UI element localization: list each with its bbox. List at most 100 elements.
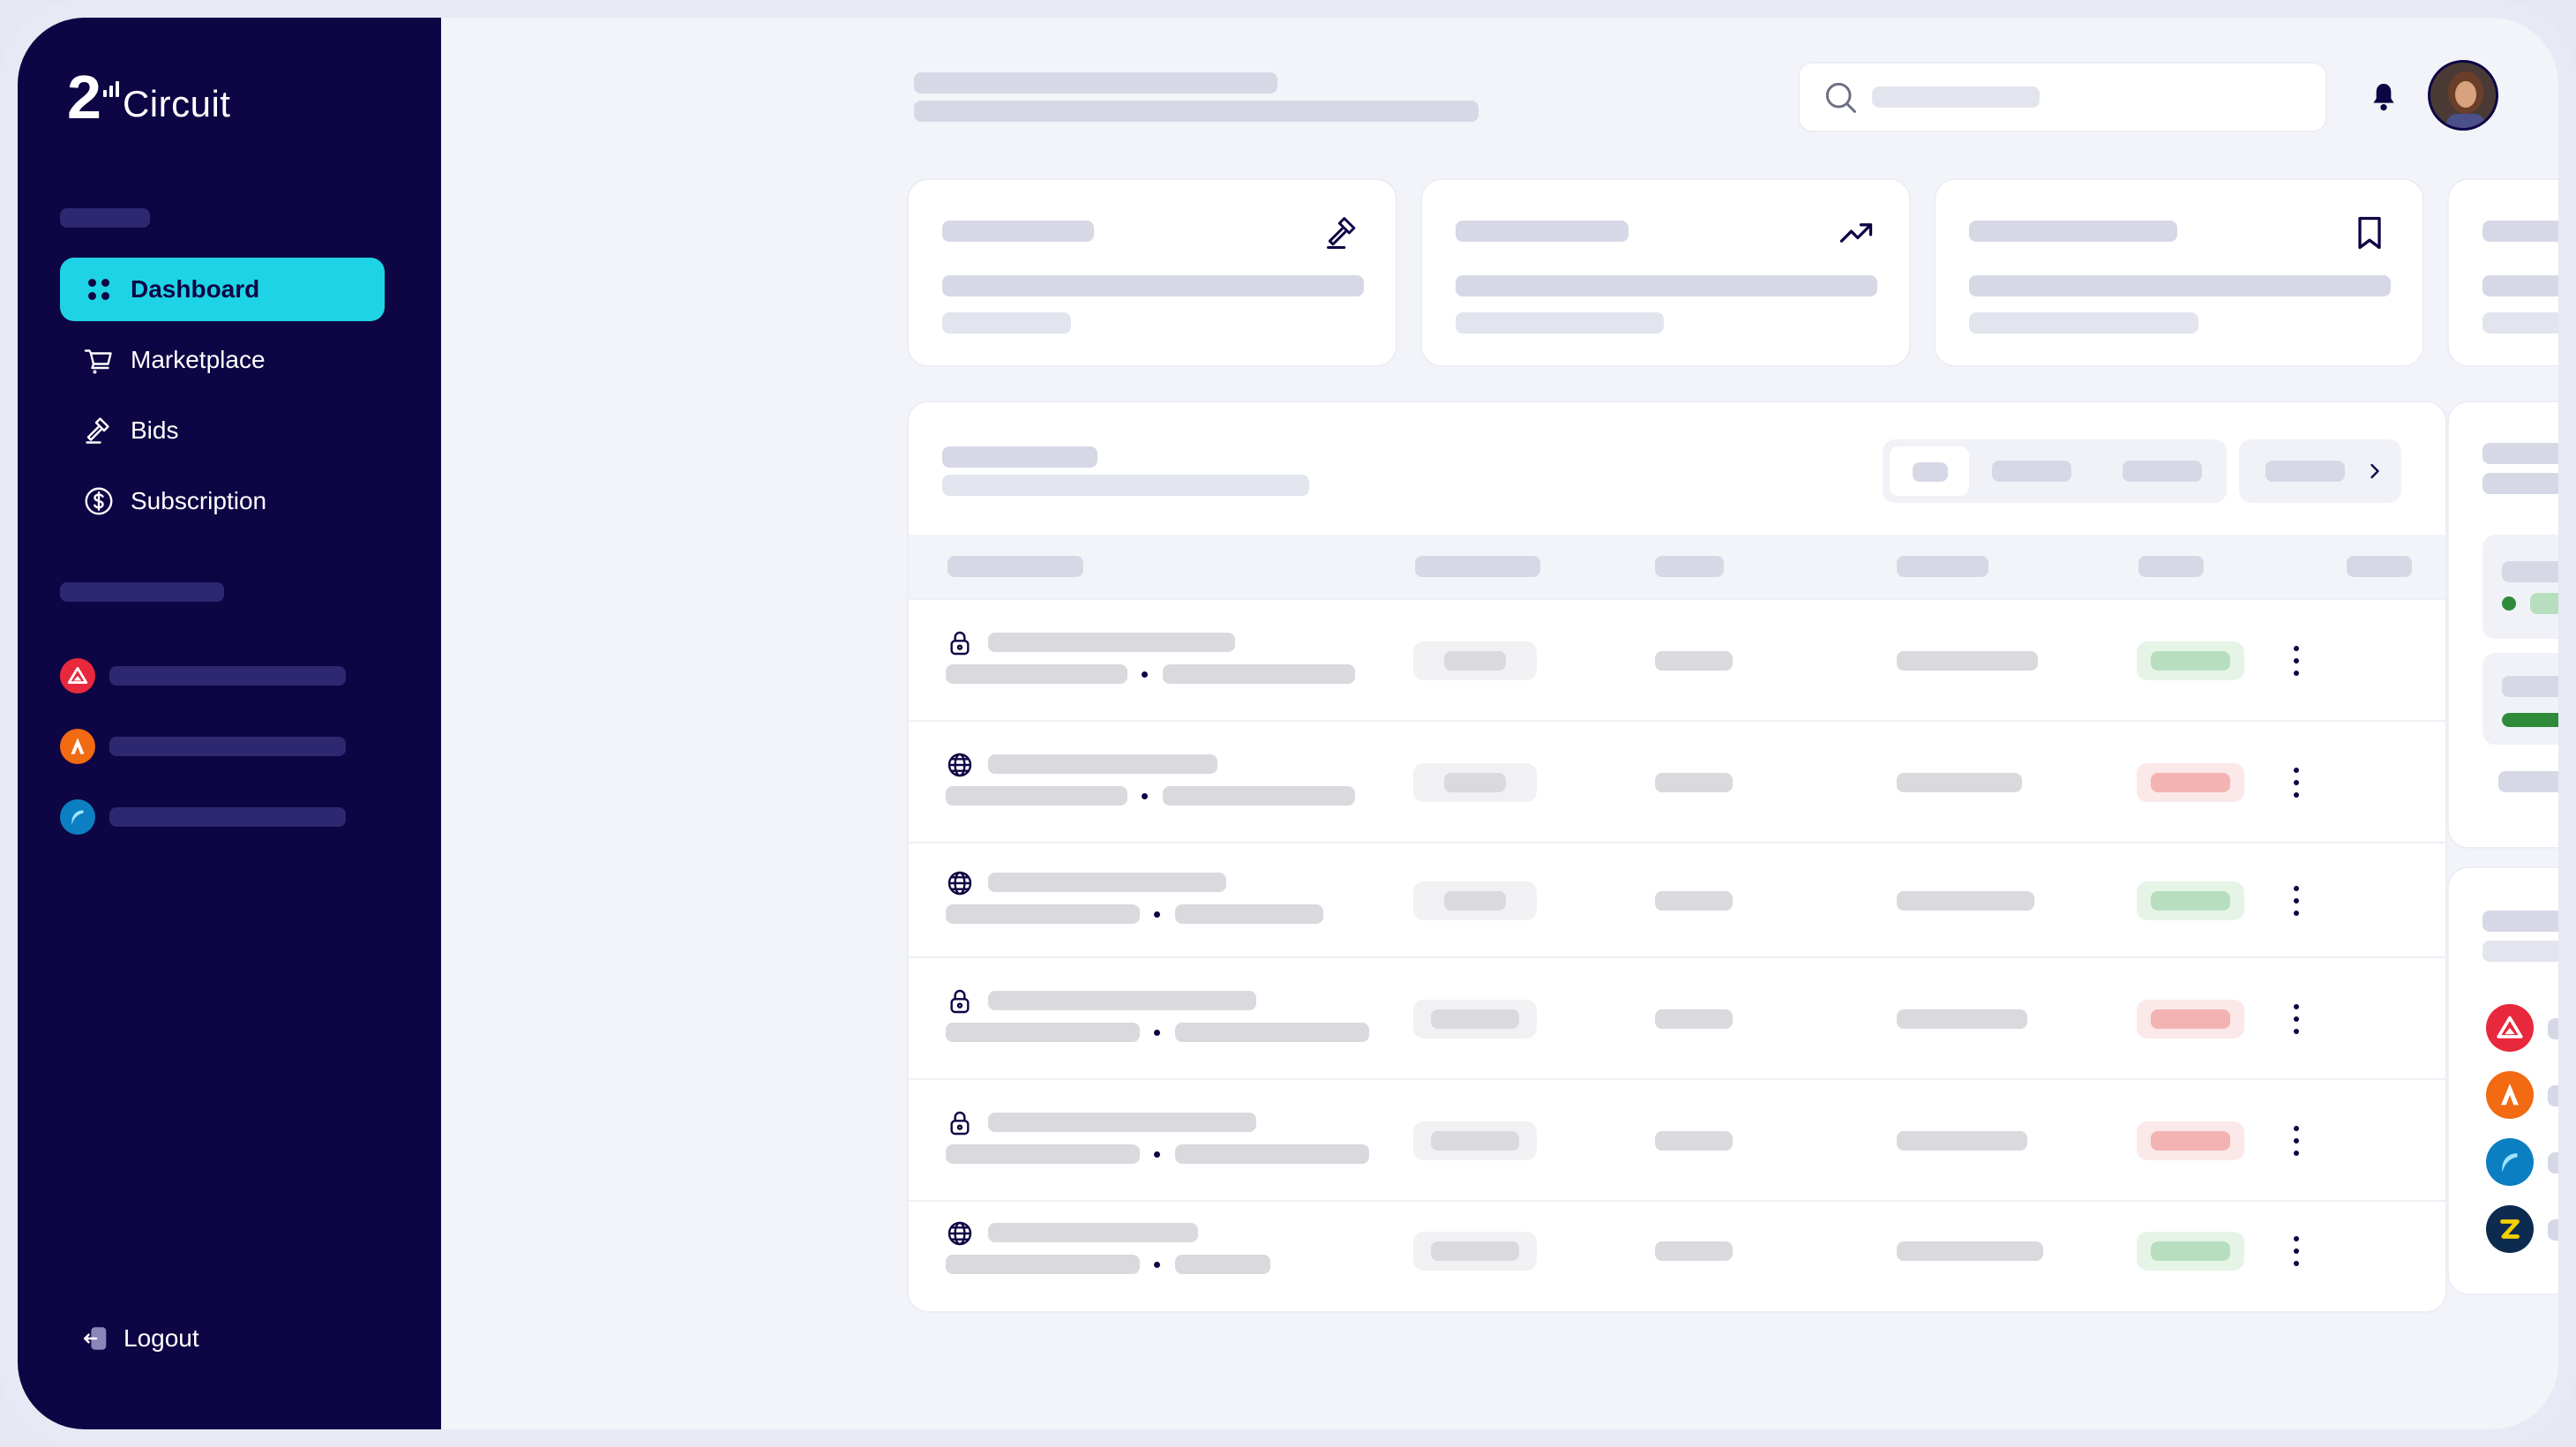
- row-meta-placeholder: [946, 1023, 1140, 1042]
- logout-label: Logout: [124, 1324, 199, 1352]
- brand-red-logo-icon: [60, 658, 95, 694]
- sidebar-item-subscription[interactable]: Subscription: [60, 469, 385, 533]
- row-meta-separator: [1154, 1151, 1160, 1158]
- usage-progress-track: [2502, 713, 2558, 727]
- sidebar-item-dashboard[interactable]: Dashboard: [60, 258, 385, 321]
- column-header-placeholder[interactable]: [1415, 556, 1540, 577]
- bookmark-icon: [2358, 216, 2381, 250]
- row-title-placeholder: [988, 633, 1235, 652]
- row-meta-separator: [1154, 1030, 1160, 1036]
- filter-tabs: [1883, 439, 2227, 503]
- stat-card-caption-placeholder: [1969, 312, 2198, 334]
- subscription-summary-card: [2447, 401, 2558, 849]
- globe-icon: [946, 1219, 974, 1248]
- signal-bars-icon: [102, 81, 119, 97]
- listings-table-card: [907, 401, 2447, 1313]
- row-meta-placeholder: [1163, 786, 1355, 806]
- table-row[interactable]: [909, 598, 2445, 720]
- tab-third[interactable]: [2123, 461, 2202, 482]
- column-header-placeholder[interactable]: [1655, 556, 1724, 577]
- status-block: [2482, 535, 2558, 639]
- brand-name-placeholder: [2548, 1152, 2558, 1173]
- dollar-circle-icon: [83, 485, 115, 517]
- stat-card-purchases[interactable]: [2447, 178, 2558, 367]
- row-more-options-icon[interactable]: [2283, 997, 2310, 1041]
- search-input[interactable]: [1798, 62, 2327, 132]
- brand-name-placeholder: [2548, 1219, 2558, 1241]
- stat-card-value-placeholder: [2482, 275, 2558, 296]
- stat-card-caption-placeholder: [1456, 312, 1664, 334]
- sidebar-brand-item[interactable]: [60, 641, 395, 711]
- brand-z-logo-icon: [2486, 1205, 2534, 1253]
- stat-card-saved[interactable]: [1934, 178, 2424, 367]
- table-row[interactable]: [909, 720, 2445, 842]
- row-status-badge: [2137, 1232, 2244, 1271]
- row-date-placeholder: [1897, 1241, 2043, 1261]
- row-more-options-icon[interactable]: [2283, 639, 2310, 683]
- row-title-placeholder: [988, 754, 1217, 774]
- brand-name-placeholder: [2548, 1085, 2558, 1106]
- row-more-options-icon[interactable]: [2283, 879, 2310, 923]
- column-header-placeholder[interactable]: [1897, 556, 1988, 577]
- row-more-options-icon[interactable]: [2283, 1119, 2310, 1163]
- row-type-pill: [1413, 881, 1537, 920]
- row-more-options-icon[interactable]: [2283, 1229, 2310, 1273]
- brand-name-placeholder: [2548, 1018, 2558, 1039]
- row-meta-placeholder: [1175, 904, 1323, 924]
- sidebar-nav: Dashboard Marketplace Bids Subscription: [60, 258, 385, 540]
- cart-icon: [83, 344, 115, 376]
- view-all-button[interactable]: [2239, 439, 2401, 503]
- row-meta-placeholder: [946, 664, 1127, 684]
- sidebar-brand-item[interactable]: [60, 782, 395, 852]
- row-meta-placeholder: [946, 1144, 1140, 1164]
- bell-icon[interactable]: [2366, 79, 2401, 115]
- logout-button[interactable]: Logout: [81, 1323, 199, 1353]
- row-price-placeholder: [1655, 1131, 1733, 1151]
- sidebar-item-bids[interactable]: Bids: [60, 399, 385, 462]
- table-subtitle-placeholder: [942, 475, 1309, 496]
- table-row[interactable]: [909, 842, 2445, 956]
- logout-icon: [83, 1327, 107, 1350]
- usage-block: [2482, 653, 2558, 745]
- logo-number: 2: [67, 63, 101, 131]
- tab-second[interactable]: [1992, 461, 2071, 482]
- row-more-options-icon[interactable]: [2283, 761, 2310, 805]
- stat-card-title-placeholder: [2482, 221, 2558, 242]
- row-date-placeholder: [1897, 773, 2022, 792]
- row-meta-separator: [1154, 911, 1160, 918]
- table-row[interactable]: [909, 1078, 2445, 1200]
- lock-icon: [946, 987, 974, 1016]
- table-row[interactable]: [909, 1200, 2445, 1299]
- sidebar-brand-item[interactable]: [60, 711, 395, 782]
- brands-subtitle-placeholder: [2482, 941, 2558, 962]
- table-row[interactable]: [909, 956, 2445, 1078]
- sidebar-item-label: Marketplace: [131, 346, 266, 373]
- stat-card-title-placeholder: [942, 221, 1094, 242]
- stat-card-bids[interactable]: [907, 178, 1397, 367]
- row-price-placeholder: [1655, 891, 1733, 911]
- column-header-placeholder[interactable]: [2347, 556, 2412, 577]
- user-photo: [2430, 63, 2496, 128]
- brand-red-logo-icon: [2486, 1004, 2534, 1052]
- row-price-placeholder: [1655, 773, 1733, 792]
- column-header-placeholder[interactable]: [947, 556, 1083, 577]
- row-price-placeholder: [1655, 1009, 1733, 1029]
- column-header-placeholder[interactable]: [2138, 556, 2204, 577]
- table-title-placeholder: [942, 446, 1097, 468]
- row-price-placeholder: [1655, 651, 1733, 671]
- brand-logo[interactable]: 2 Circuit: [67, 62, 230, 139]
- stat-card-value-placeholder: [942, 275, 1364, 296]
- tab-label-placeholder: [1913, 462, 1948, 482]
- app-window: 2 Circuit Dashboard Marketplace Bids Sub…: [18, 18, 2558, 1429]
- row-meta-placeholder: [1175, 1255, 1270, 1274]
- brands-card: [2447, 866, 2558, 1295]
- tab-all[interactable]: [1890, 446, 1969, 496]
- gavel-icon: [83, 415, 115, 446]
- avatar[interactable]: [2428, 60, 2498, 131]
- main-content: [441, 18, 2558, 1429]
- row-date-placeholder: [1897, 651, 2038, 671]
- stat-card-trend[interactable]: [1420, 178, 1911, 367]
- sidebar-item-marketplace[interactable]: Marketplace: [60, 328, 385, 392]
- page-subtitle-placeholder: [914, 101, 1479, 122]
- row-title-placeholder: [988, 873, 1226, 892]
